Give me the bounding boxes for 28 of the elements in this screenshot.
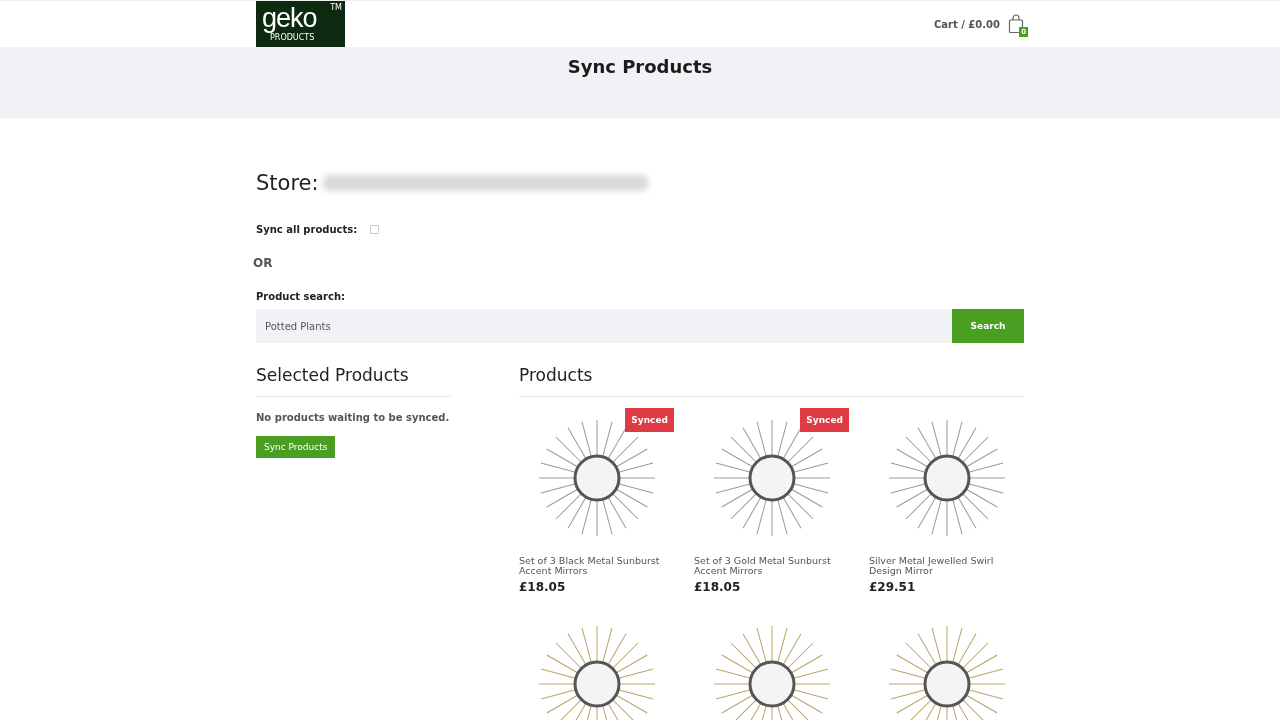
sunburst-mirror-drawing[interactable] — [536, 624, 657, 720]
product-name[interactable]: Set of 3 Black Metal Sunburst Accent Mirrors — [519, 556, 674, 576]
status-badge: Synced — [800, 408, 849, 432]
search-field[interactable]: Potted Plants — [256, 309, 952, 343]
sunburst-mirror-drawing[interactable] — [711, 624, 832, 720]
logo-word: geko — [262, 3, 317, 33]
logo[interactable]: geko TM PRODUCTS — [256, 1, 345, 47]
product-price: £29.51 — [869, 580, 917, 594]
page-title: Sync Products — [567, 56, 713, 79]
logo-trademark: TM — [330, 3, 342, 12]
logo-subtitle: PRODUCTS — [270, 33, 315, 42]
product-price: £18.05 — [694, 580, 742, 594]
section-heading: Products — [519, 365, 1024, 397]
sync-all-label: Sync all products: — [256, 224, 358, 235]
sunburst-mirror-drawing[interactable] — [886, 418, 1007, 538]
cart-link[interactable]: Cart / £0.00 — [933, 18, 1000, 30]
store-label: Store: — [256, 171, 319, 195]
empty-message: No products waiting to be synced. — [256, 412, 451, 423]
product-name[interactable]: Silver Metal Jewelled Swirl Design Mirror — [869, 556, 1024, 576]
product-name[interactable]: Set of 3 Gold Metal Sunburst Accent Mirrors — [694, 556, 849, 576]
or-separator: OR — [253, 256, 274, 270]
shopping-bag-icon[interactable] — [1008, 14, 1024, 34]
sunburst-mirror-drawing[interactable] — [886, 624, 1007, 720]
section-heading: Selected Products — [256, 365, 451, 397]
search-label: Product search: — [256, 291, 347, 302]
product-price: £18.05 — [519, 580, 567, 594]
status-badge: Synced — [625, 408, 674, 432]
sync-all-checkbox[interactable] — [370, 225, 380, 234]
